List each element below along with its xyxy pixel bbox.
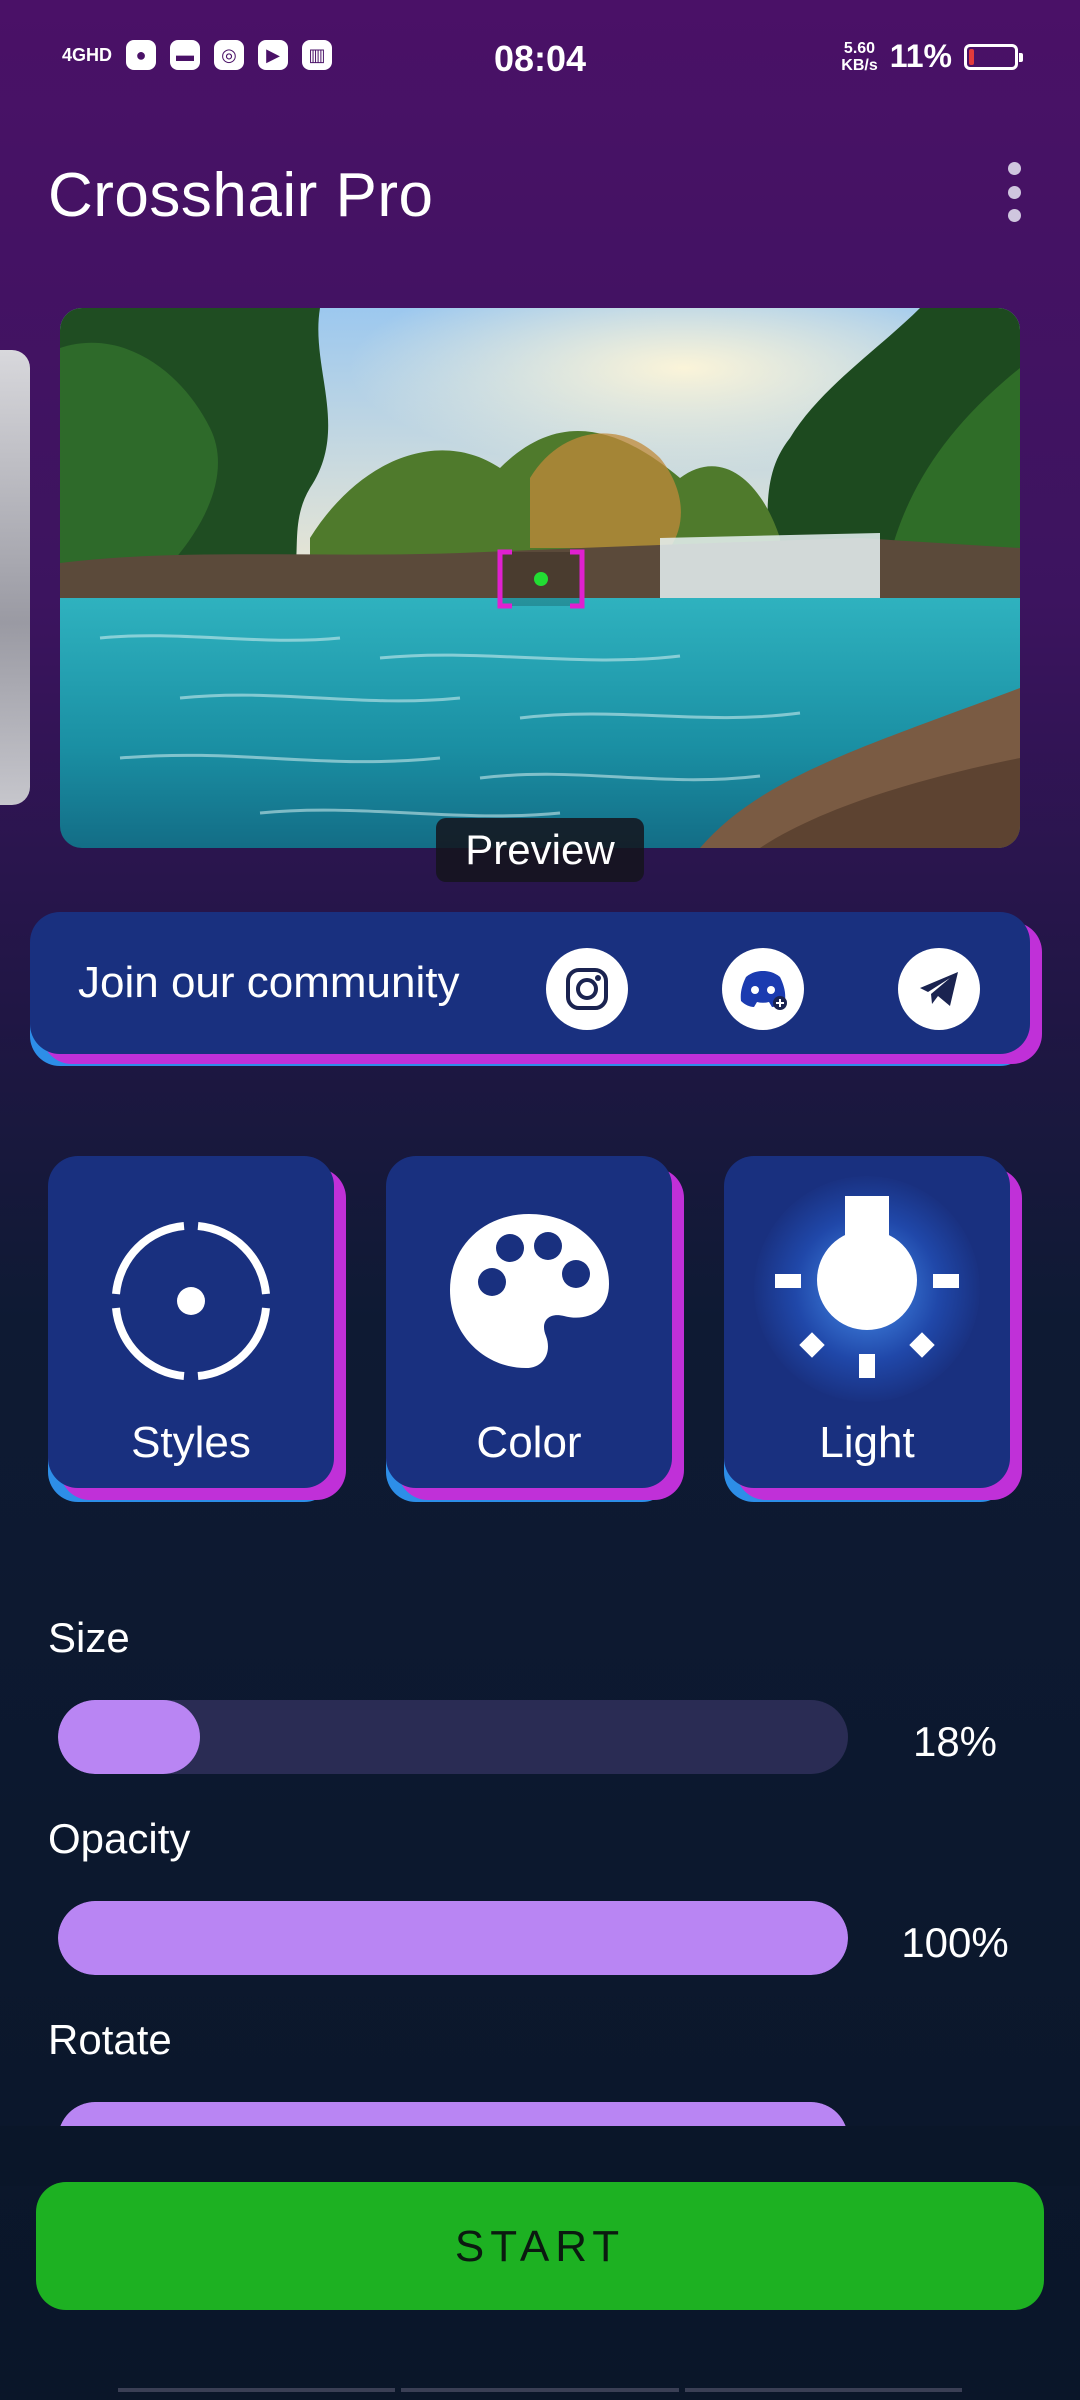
size-label: Size bbox=[48, 1614, 130, 1661]
instagram-icon[interactable] bbox=[546, 948, 628, 1030]
status-icons-right: 5.60 KB/s 11% bbox=[841, 38, 1023, 75]
telegram-icon[interactable] bbox=[898, 948, 980, 1030]
network-speed: 5.60 KB/s bbox=[841, 40, 877, 74]
styles-label: Styles bbox=[131, 1418, 251, 1467]
scroll-clip bbox=[0, 2126, 1080, 2186]
light-tile[interactable]: Light bbox=[724, 1156, 1010, 1488]
previous-preview-card[interactable] bbox=[0, 350, 30, 805]
opacity-slider[interactable] bbox=[58, 1901, 848, 1975]
network-speed-unit: KB/s bbox=[841, 56, 878, 74]
color-tile[interactable]: Color bbox=[386, 1156, 672, 1488]
network-speed-value: 5.60 bbox=[843, 39, 876, 57]
light-label: Light bbox=[819, 1418, 915, 1467]
more-vertical-icon[interactable] bbox=[998, 162, 1030, 222]
battery-icon bbox=[964, 43, 1023, 70]
crosshair-icon bbox=[112, 1222, 270, 1380]
app-title: Crosshair Pro bbox=[48, 161, 434, 230]
size-value: 18% bbox=[912, 1718, 998, 1765]
opacity-label: Opacity bbox=[48, 1815, 191, 1862]
palette-icon bbox=[450, 1214, 609, 1368]
community-text: Join our community bbox=[78, 958, 460, 1007]
color-label: Color bbox=[476, 1418, 582, 1467]
opacity-slider-fill bbox=[58, 1901, 848, 1975]
battery-level bbox=[969, 48, 974, 65]
start-button[interactable]: START bbox=[36, 2182, 1044, 2310]
crosshair-preview-icon bbox=[497, 549, 585, 609]
styles-tile[interactable]: Styles bbox=[48, 1156, 334, 1488]
opacity-value: 100% bbox=[901, 1919, 1009, 1966]
rotate-label: Rotate bbox=[48, 2016, 172, 2063]
size-slider[interactable] bbox=[58, 1700, 848, 1774]
status-bar: 4GHD ● ▬ ◎ ▶ ▥ 08:04 5.60 KB/s 11% bbox=[0, 0, 1080, 120]
size-slider-fill bbox=[58, 1700, 201, 1774]
battery-percent: 11% bbox=[889, 38, 952, 74]
gesture-bar[interactable] bbox=[118, 2388, 962, 2392]
community-card: Join our community bbox=[30, 912, 1030, 1054]
discord-icon[interactable] bbox=[722, 948, 804, 1030]
preview-label: Preview bbox=[436, 818, 644, 882]
light-bulb-icon bbox=[775, 1196, 959, 1378]
